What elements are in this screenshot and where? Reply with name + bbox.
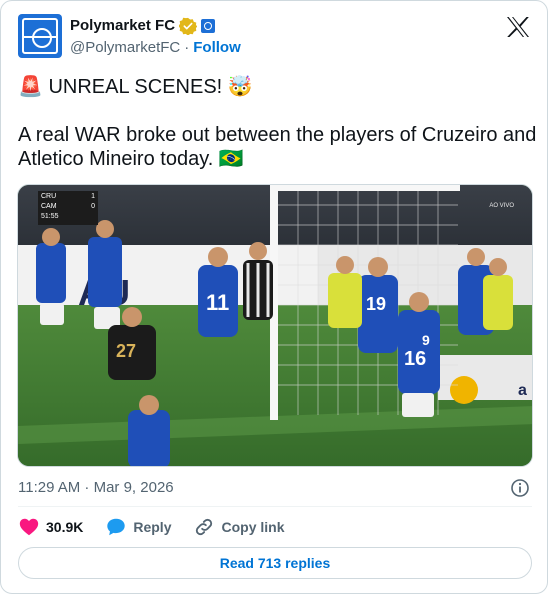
name-row: Polymarket FC <box>70 16 216 36</box>
jersey-number-16: 16 <box>404 348 426 370</box>
separator-dot: · <box>184 39 190 56</box>
home-team: CRU <box>41 193 57 200</box>
match-scene-image: AU a <box>18 185 532 466</box>
tweet-line-2: A real WAR broke out between the players… <box>18 123 538 171</box>
away-team: CAM <box>41 203 57 210</box>
reply-button[interactable]: Reply <box>105 516 171 538</box>
mind-blown-emoji: 🤯 <box>227 76 253 98</box>
jersey-number-19: 19 <box>366 294 386 314</box>
jersey-number-9: 9 <box>422 332 430 348</box>
reply-bubble-icon <box>107 518 126 536</box>
follow-button[interactable]: Follow <box>193 38 241 58</box>
display-name[interactable]: Polymarket FC <box>70 16 175 36</box>
handle-row: @PolymarketFC · Follow <box>70 38 241 58</box>
live-bug: AO VIVO <box>489 203 514 209</box>
tweet-line-1: 🚨 UNREAL SCENES! 🤯 <box>18 75 538 99</box>
divider <box>18 506 532 507</box>
x-logo-icon[interactable] <box>506 16 530 38</box>
like-count: 30.9K <box>46 519 84 535</box>
tweet-card[interactable]: Polymarket FC @PolymarketFC · Follow 🚨 U… <box>0 0 548 594</box>
timestamp-row: 11:29 AM · Mar 9, 2026 <box>18 478 532 498</box>
siren-emoji: 🚨 <box>18 76 43 98</box>
reply-label: Reply <box>133 519 172 535</box>
match-clock: 51:55 <box>41 213 59 220</box>
tweet-body: A real WAR broke out between the players… <box>18 124 537 170</box>
affiliate-badge-icon <box>201 19 216 33</box>
timestamp[interactable]: 11:29 AM · Mar 9, 2026 <box>18 479 174 496</box>
info-icon[interactable] <box>510 478 530 498</box>
copy-link-button[interactable]: Copy link <box>193 516 285 538</box>
home-score: 1 <box>91 193 95 200</box>
action-bar: 30.9K Reply Copy link <box>18 516 307 538</box>
link-icon <box>196 518 213 536</box>
scoreboard: CRU 1 CAM 0 51:55 <box>38 191 98 225</box>
brazil-flag-emoji: 🇧🇷 <box>218 148 244 170</box>
handle[interactable]: @PolymarketFC <box>70 38 180 58</box>
read-replies-button[interactable]: Read 713 replies <box>18 547 532 579</box>
verified-badge-icon <box>179 17 198 35</box>
tweet-text: 🚨 UNREAL SCENES! 🤯 A real WAR broke out … <box>18 75 538 171</box>
tweet-header: Polymarket FC @PolymarketFC · Follow <box>18 14 532 60</box>
copy-link-label: Copy link <box>221 519 285 535</box>
tweet-headline: UNREAL SCENES! <box>48 76 223 98</box>
jersey-number-11: 11 <box>206 290 229 315</box>
pitch-logo-icon <box>22 18 58 54</box>
svg-text:a: a <box>518 382 527 399</box>
jersey-number-27: 27 <box>116 341 136 361</box>
like-button[interactable]: 30.9K <box>18 516 83 538</box>
heart-icon <box>19 518 39 536</box>
tweet-media[interactable]: AU a <box>17 184 533 467</box>
away-score: 0 <box>91 203 95 210</box>
avatar[interactable] <box>18 14 62 58</box>
